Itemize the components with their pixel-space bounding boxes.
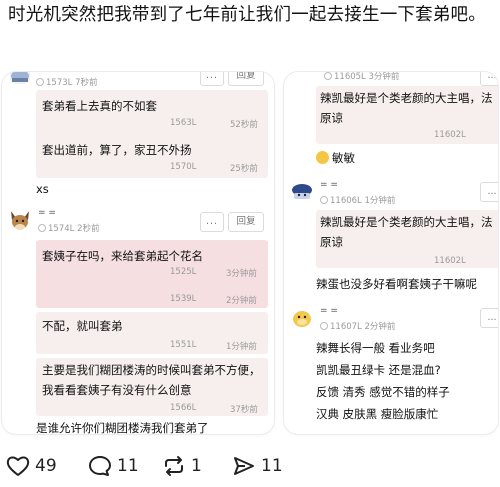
list-item: …… <box>316 426 339 434</box>
avatar <box>10 72 30 84</box>
list-item: 辣舞长得一般 看业务吧 <box>316 341 435 355</box>
comment-button[interactable]: 11 <box>88 452 139 480</box>
smile-emoji-icon <box>316 151 329 164</box>
reply-time: 25秒前 <box>230 164 258 174</box>
reply-button[interactable]: 回复 <box>228 72 264 86</box>
repost-icon <box>165 456 183 476</box>
more-button[interactable]: ... <box>480 72 498 86</box>
comment-time: 1分钟前 <box>226 342 257 352</box>
reply-text: 套姨子在吗，来给套弟起个花名 <box>42 249 203 263</box>
reply-time: 52秒前 <box>230 120 258 130</box>
comment-text: 主要是我们糊团楼涛的时候叫套弟不方便，我看看套姨子有没有什么创意 <box>42 363 261 397</box>
more-button[interactable]: ... <box>480 308 498 328</box>
more-button[interactable]: ... <box>200 72 224 86</box>
post-meta: 1574L 2秒前 <box>38 222 99 234</box>
avatar <box>290 306 314 330</box>
emoji-comment: 敏敏 <box>316 150 355 166</box>
post-actions: 49 11 1 11 <box>0 446 500 486</box>
comment-text: 是谁允许你们糊团楼涛我们套弟了 <box>36 421 209 434</box>
reply-time: 3分钟前 <box>226 269 257 279</box>
repost-count: 1 <box>191 456 202 476</box>
comment-icon <box>89 456 111 476</box>
comment-meta: 1566L <box>170 403 197 413</box>
screenshot-left: 1573L 7秒前 ... 回复 套弟看上去真的不如套 1563L 52秒前 套… <box>2 72 274 434</box>
reply-meta: 1570L <box>170 162 197 172</box>
share-button[interactable]: 11 <box>232 452 283 480</box>
reply-time: 2分钟前 <box>226 296 257 306</box>
post-meta: 11606L 1分钟前 <box>320 194 395 206</box>
like-button[interactable]: 49 <box>6 452 57 480</box>
user-name: = = <box>320 306 338 316</box>
post-meta: 11605L 3分钟前 <box>324 72 399 82</box>
reply-meta: 11602L <box>434 256 466 266</box>
reply-text: 辣凯最好是个类老颜的大主唱，法原谅 <box>320 215 493 249</box>
comment-count: 11 <box>117 456 139 476</box>
reply-meta: 11602L <box>434 130 466 140</box>
reply-text: 套弟看上去真的不如套 <box>42 99 157 113</box>
reply-text: 套出道前，算了，家丑不外扬 <box>42 143 192 157</box>
share-icon <box>234 457 254 475</box>
post-text: 时光机突然把我带到了七年前让我们一起去接生一下套弟吧。 <box>8 5 486 25</box>
user-name: = = <box>38 208 56 218</box>
comment-text: 不配，就叫套弟 <box>42 319 123 333</box>
comment-text: 辣蛋也没多好看啊套姨子干嘛呢 <box>316 277 477 291</box>
list-item: 凯凯最丑绿卡 还是混血? <box>316 363 441 377</box>
more-button[interactable]: ... <box>200 212 224 232</box>
comment-meta: 1551L <box>170 340 197 350</box>
heart-icon <box>6 456 30 476</box>
avatar <box>290 180 314 204</box>
comment-time: 37秒前 <box>230 405 258 415</box>
share-count: 11 <box>261 456 283 476</box>
comment-text: xs <box>36 182 49 196</box>
avatar <box>8 208 32 232</box>
post-meta: 11607L 2分钟前 <box>320 320 395 332</box>
reply-meta: 1539L <box>170 294 197 304</box>
repost-button[interactable]: 1 <box>162 452 202 480</box>
screenshot-right: 11605L 3分钟前 ... 辣凯最好是个类老颜的大主唱，法原谅 11602L… <box>284 72 498 434</box>
list-item: 反馈 清秀 感觉不错的样子 <box>316 385 450 399</box>
like-count: 49 <box>35 456 57 476</box>
list-item: 汉典 皮肤黑 瘦脸版康忙 <box>316 407 439 421</box>
reply-text: 辣凯最好是个类老颜的大主唱，法原谅 <box>320 91 493 125</box>
more-button[interactable]: ... <box>480 182 498 202</box>
post-meta: 1573L 7秒前 <box>36 76 97 88</box>
user-name: = = <box>320 180 338 190</box>
reply-meta: 1525L <box>170 267 197 277</box>
reply-meta: 1563L <box>170 118 197 128</box>
reply-button[interactable]: 回复 <box>228 212 264 232</box>
